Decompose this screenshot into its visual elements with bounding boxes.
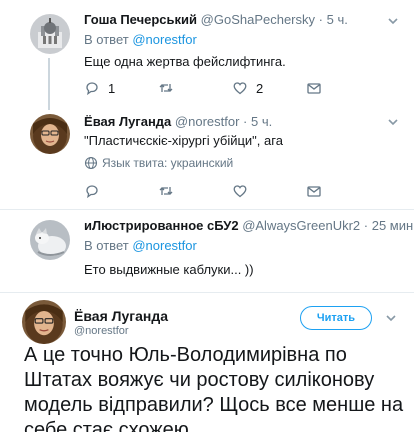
tweet-text: Ето выдвижные каблуки... )) <box>84 262 254 277</box>
avatar-evaya-image <box>30 114 70 154</box>
thread-connector <box>48 58 50 110</box>
chevron-down-icon[interactable] <box>386 14 400 28</box>
separator-dot: · <box>363 218 369 233</box>
reply-icon <box>86 185 98 199</box>
avatar-evaya-main-image <box>22 300 66 344</box>
author-name[interactable]: Ёвая Луганда <box>84 114 171 129</box>
retweet-button[interactable] <box>158 183 232 199</box>
heart-icon <box>233 82 247 95</box>
author-name[interactable]: Гоша Печерський <box>84 12 197 27</box>
author-handle[interactable]: @norestfor <box>175 114 240 129</box>
reply-mention-link[interactable]: @norestfor <box>132 238 197 253</box>
tweet-header: Ёвая Луганда @norestfor · 5 ч. <box>84 114 272 129</box>
tweet-actions <box>84 183 380 199</box>
reply-prefix: В ответ <box>84 32 129 47</box>
dm-button[interactable] <box>306 183 380 199</box>
reply-count: 1 <box>108 80 116 96</box>
follow-button[interactable]: Читать <box>300 306 372 330</box>
author-handle[interactable]: @AlwaysGreenUkr2 <box>242 218 360 233</box>
author-handle[interactable]: @GoShaPechersky <box>201 12 315 27</box>
main-tweet-text: А це точно Юль-Володимирівна по Штатах в… <box>24 344 404 432</box>
chevron-down-icon[interactable] <box>384 311 398 325</box>
envelope-icon <box>307 186 321 197</box>
tweet-header: иЛюстрированное сБУ2 @AlwaysGreenUkr2 · … <box>84 218 414 233</box>
tweet-text: "Пластичєскіє-хірургі убійци", ага <box>84 133 283 148</box>
retweet-icon <box>159 84 173 92</box>
avatar-gosha-image <box>30 14 70 54</box>
reply-icon <box>86 82 98 96</box>
heart-icon <box>233 185 247 198</box>
language-note: Язык твита: украинский <box>84 156 233 170</box>
reply-button[interactable] <box>84 183 158 199</box>
like-count: 2 <box>256 80 264 96</box>
globe-icon <box>84 156 98 170</box>
dm-button[interactable] <box>306 80 380 96</box>
tweet-divider <box>0 209 414 210</box>
separator-dot: · <box>318 12 323 27</box>
timestamp[interactable]: 5 ч. <box>251 114 272 129</box>
avatar[interactable] <box>30 114 70 154</box>
envelope-icon <box>307 83 321 94</box>
timestamp[interactable]: 5 ч. <box>327 12 348 27</box>
separator-dot: · <box>243 114 248 129</box>
tweet-text: Еще одна жертва фейслифтинга. <box>84 54 286 69</box>
avatar[interactable] <box>22 300 66 344</box>
main-author-handle[interactable]: @norestfor <box>74 325 129 337</box>
author-name[interactable]: иЛюстрированное сБУ2 <box>84 218 239 233</box>
retweet-icon <box>159 187 173 195</box>
tweet-header: Гоша Печерський @GoShaPechersky · 5 ч. <box>84 12 348 27</box>
reply-prefix: В ответ <box>84 238 129 253</box>
language-note-text: Язык твита: украинский <box>102 156 234 170</box>
timestamp[interactable]: 25 мин. <box>372 218 414 233</box>
reply-mention-link[interactable]: @norestfor <box>132 32 197 47</box>
reply-context: В ответ @norestfor <box>84 32 197 47</box>
like-button[interactable]: 2 <box>232 80 306 96</box>
reply-button[interactable]: 1 <box>84 80 158 96</box>
reply-context: В ответ @norestfor <box>84 238 197 253</box>
main-author-name[interactable]: Ёвая Луганда <box>74 308 168 324</box>
avatar[interactable] <box>30 220 70 260</box>
tweet-actions: 1 2 <box>84 80 380 96</box>
chevron-down-icon[interactable] <box>386 115 400 129</box>
avatar-sbu-image <box>30 220 70 260</box>
avatar[interactable] <box>30 14 70 54</box>
retweet-button[interactable] <box>158 80 232 96</box>
like-button[interactable] <box>232 183 306 199</box>
